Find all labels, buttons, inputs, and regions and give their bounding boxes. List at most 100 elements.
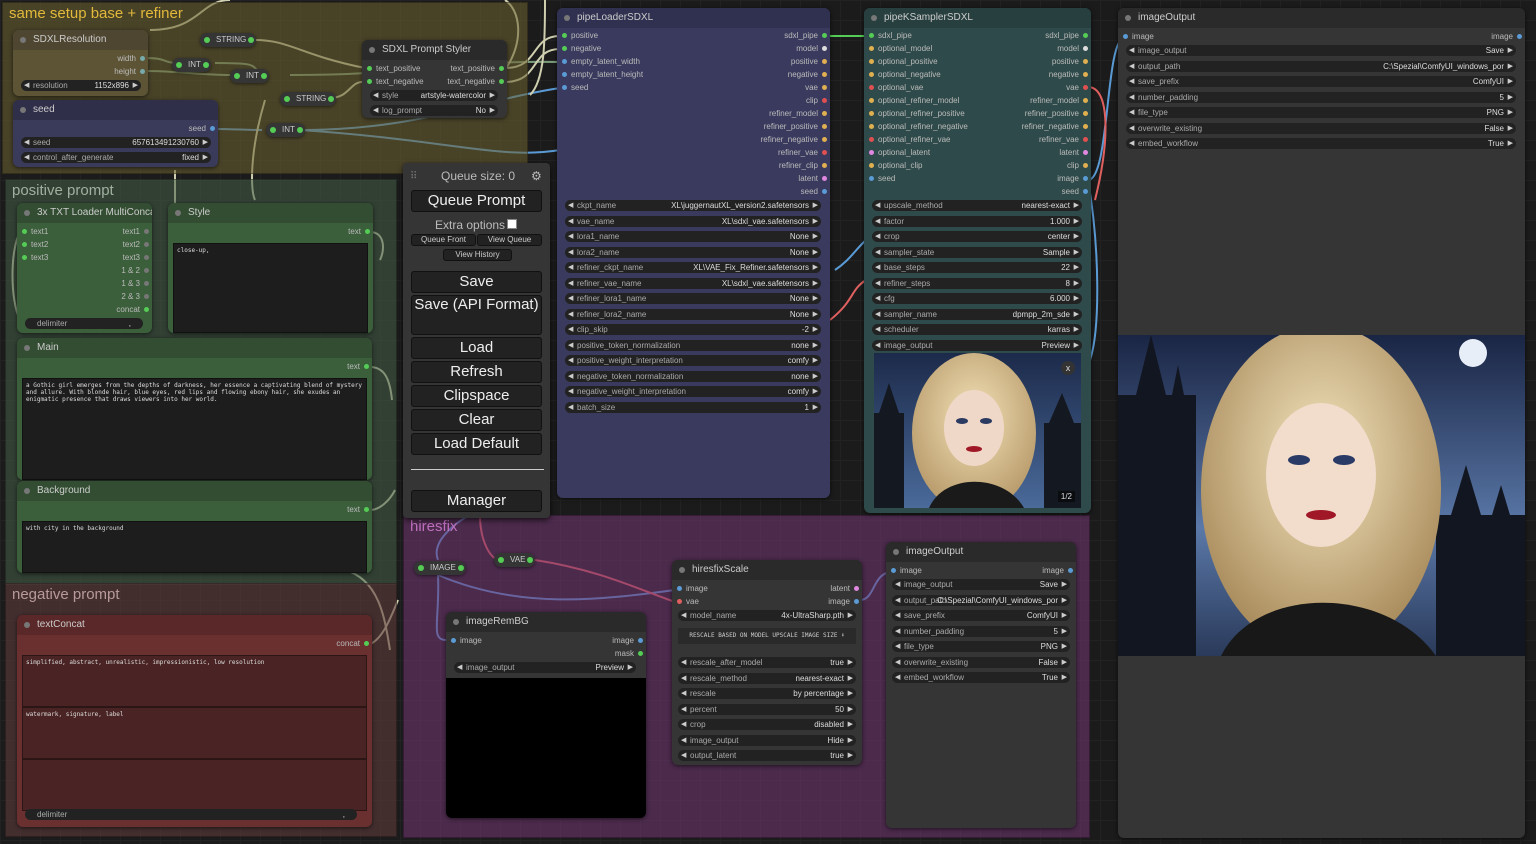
node-sdxl-prompt-styler[interactable]: SDXL Prompt Styler text_positive text_ne… (362, 40, 507, 118)
queue-front-button[interactable]: Queue Front (411, 234, 476, 246)
input-1[interactable]: negative (559, 44, 601, 54)
input-image[interactable]: image (674, 584, 708, 594)
image-output-widget-6[interactable]: ◀ embed_workflow True ▶ (1126, 138, 1516, 149)
arrow-right-icon[interactable]: ▶ (1508, 138, 1513, 149)
node-title[interactable]: pipeLoaderSDXL (557, 8, 830, 28)
arrow-right-icon[interactable]: ▶ (813, 386, 818, 397)
input-1[interactable]: optional_model (866, 44, 932, 54)
pipe-loader-widget-11[interactable]: ◀ negative_token_normalization none ▶ (565, 370, 821, 382)
output-image[interactable]: image (1042, 566, 1074, 576)
arrow-left-icon[interactable]: ◀ (1129, 138, 1134, 149)
ksampler-widget-1[interactable]: ◀ factor 1.000 ▶ (872, 215, 1082, 227)
node-title[interactable]: Main (17, 338, 372, 358)
arrow-right-icon[interactable]: ▶ (1508, 61, 1513, 72)
output-2-3[interactable]: 2 & 3 (121, 292, 150, 302)
settings-gear-icon[interactable]: ⚙ (531, 169, 542, 183)
output-image-preview[interactable] (1118, 335, 1525, 656)
output-text2[interactable]: text2 (123, 240, 150, 250)
arrow-left-icon[interactable]: ◀ (24, 152, 29, 163)
input-3[interactable]: optional_negative (866, 70, 941, 80)
collapse-dot-icon[interactable] (871, 15, 877, 21)
arrow-left-icon[interactable]: ◀ (681, 657, 686, 668)
image-output-widget-1[interactable]: ◀ output_path C:\Spezial\ComfyUI_windows_p… (1126, 60, 1516, 72)
arrow-left-icon[interactable]: ◀ (895, 595, 900, 606)
output-11[interactable]: image (1057, 174, 1089, 184)
input-8[interactable]: optional_refiner_vae (866, 135, 951, 145)
arrow-right-icon[interactable]: ▶ (1074, 262, 1079, 273)
hires-widget-0[interactable]: ◀ rescale_after_model true ▶ (678, 657, 856, 668)
reroute-int[interactable]: INT (172, 58, 211, 72)
arrow-right-icon[interactable]: ▶ (1062, 641, 1067, 652)
image-output-widget-4[interactable]: ◀ file_type PNG ▶ (892, 641, 1070, 652)
arrow-right-icon[interactable]: ▶ (813, 309, 818, 320)
view-queue-button[interactable]: View Queue (477, 234, 542, 246)
image-output-widget-0[interactable]: ◀ image_output Save ▶ (892, 579, 1070, 590)
output-concat[interactable]: concat (116, 305, 150, 315)
arrow-right-icon[interactable]: ▶ (813, 355, 818, 366)
input-text2[interactable]: text2 (19, 240, 48, 250)
arrow-left-icon[interactable]: ◀ (875, 324, 880, 335)
arrow-right-icon[interactable]: ▶ (1074, 340, 1079, 351)
node-pipe-loader-sdxl[interactable]: pipeLoaderSDXL positive negative empty_lat… (557, 8, 830, 498)
output-width[interactable]: width (117, 54, 146, 64)
output-8[interactable]: refiner_vae (1039, 135, 1089, 145)
arrow-right-icon[interactable]: ▶ (813, 371, 818, 382)
arrow-left-icon[interactable]: ◀ (875, 340, 880, 351)
pipe-loader-widget-5[interactable]: ◀ refiner_vae_name XL\sdxl_vae.safetensors… (565, 277, 821, 289)
arrow-left-icon[interactable]: ◀ (875, 200, 880, 211)
output-8[interactable]: refiner_negative (761, 135, 828, 145)
preview-close-button[interactable]: x (1061, 361, 1075, 375)
node-title[interactable]: SDXL Prompt Styler (362, 40, 507, 60)
pipe-loader-widget-2[interactable]: ◀ lora1_name None ▶ (565, 231, 821, 242)
output-1[interactable]: model (796, 44, 828, 54)
arrow-right-icon[interactable]: ▶ (813, 324, 818, 335)
pipe-loader-widget-3[interactable]: ◀ lora2_name None ▶ (565, 246, 821, 258)
model-name-combo[interactable]: ◀ model_name 4x-UltraSharp.pth ▶ (678, 610, 856, 621)
image-output-widget-2[interactable]: ◀ save_prefix ComfyUI ▶ (892, 610, 1070, 621)
pipe-loader-widget-7[interactable]: ◀ refiner_lora2_name None ▶ (565, 308, 821, 320)
node-title[interactable]: Style (168, 203, 373, 223)
arrow-right-icon[interactable]: ▶ (1508, 45, 1513, 56)
arrow-right-icon[interactable]: ▶ (628, 662, 633, 673)
input-2[interactable]: empty_latent_width (559, 57, 640, 67)
arrow-right-icon[interactable]: ▶ (848, 719, 853, 730)
arrow-right-icon[interactable]: ▶ (133, 80, 138, 91)
arrow-left-icon[interactable]: ◀ (681, 735, 686, 746)
control-after-generate-combo[interactable]: ◀ control_after_generate fixed ▶ (21, 152, 211, 163)
image-output-widget-2[interactable]: ◀ save_prefix ComfyUI ▶ (1126, 76, 1516, 87)
image-output-widget-0[interactable]: ◀ image_output Save ▶ (1126, 45, 1516, 56)
output-2[interactable]: positive (1052, 57, 1089, 67)
output-text[interactable]: text (347, 362, 370, 372)
arrow-left-icon[interactable]: ◀ (895, 626, 900, 637)
arrow-left-icon[interactable]: ◀ (681, 750, 686, 761)
collapse-dot-icon[interactable] (369, 47, 375, 53)
image-output-widget-3[interactable]: ◀ number_padding 5 ▶ (892, 625, 1070, 637)
load-default-button[interactable]: Load Default (411, 433, 542, 455)
input-0[interactable]: positive (559, 31, 598, 41)
output-mask[interactable]: mask (615, 649, 644, 659)
collapse-dot-icon[interactable] (20, 37, 26, 43)
image-output-widget-5[interactable]: ◀ overwrite_existing False ▶ (1126, 122, 1516, 134)
arrow-right-icon[interactable]: ▶ (813, 216, 818, 227)
style-textarea[interactable]: close-up, (173, 243, 368, 333)
input-image[interactable]: image (448, 636, 482, 646)
arrow-right-icon[interactable]: ▶ (1062, 579, 1067, 590)
output-0[interactable]: sdxl_pipe (784, 31, 828, 41)
pipe-loader-widget-1[interactable]: ◀ vae_name XL\sdxl_vae.safetensors ▶ (565, 215, 821, 227)
image-output-widget-1[interactable]: ◀ output_path C:\Spezial\ComfyUI_windows_p… (892, 594, 1070, 606)
arrow-left-icon[interactable]: ◀ (568, 340, 573, 351)
node-hiresfix-scale[interactable]: hiresfixScale image vae latent image ◀ mo… (672, 560, 862, 765)
output-text1[interactable]: text1 (123, 227, 150, 237)
pipe-loader-widget-12[interactable]: ◀ negative_weight_interpretation comfy ▶ (565, 386, 821, 397)
pipe-loader-widget-6[interactable]: ◀ refiner_lora1_name None ▶ (565, 293, 821, 304)
ksampler-widget-2[interactable]: ◀ crop center ▶ (872, 231, 1082, 242)
input-9[interactable]: optional_latent (866, 148, 930, 158)
arrow-left-icon[interactable]: ◀ (373, 90, 378, 101)
resolution-combo[interactable]: ◀ resolution 1152x896 ▶ (21, 80, 141, 91)
node-title[interactable]: hiresfixScale (672, 560, 862, 580)
pipe-loader-widget-0[interactable]: ◀ ckpt_name XL\juggernautXL_version2.safet… (565, 200, 821, 211)
reroute-image[interactable]: IMAGE (414, 561, 466, 575)
arrow-right-icon[interactable]: ▶ (1062, 595, 1067, 606)
node-txt-loader[interactable]: 3x TXT Loader MultiConcat text1 text2 te… (17, 203, 152, 333)
output-3[interactable]: negative (788, 70, 828, 80)
